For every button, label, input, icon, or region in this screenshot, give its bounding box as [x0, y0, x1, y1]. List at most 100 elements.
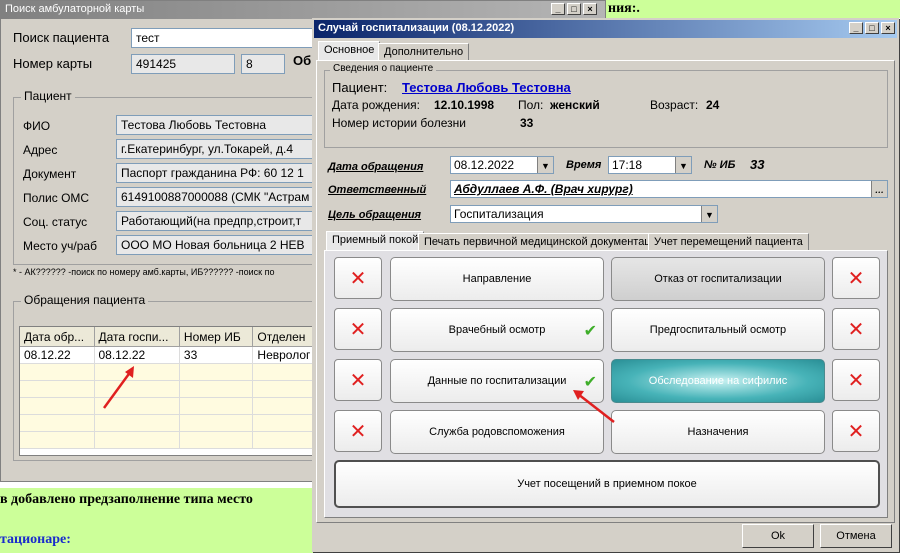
- close-icon[interactable]: ×: [881, 22, 895, 34]
- refusal-button[interactable]: Отказ от госпитализации: [611, 257, 825, 301]
- workplace-field: ООО МО Новая больница 2 НЕВ: [116, 235, 321, 255]
- social-status-label: Соц. статус: [23, 215, 88, 229]
- oms-field: 6149100887000088 (СМК "Астрам: [116, 187, 321, 207]
- time-select[interactable]: 17:18 ▼: [608, 156, 692, 174]
- chevron-down-icon[interactable]: ▼: [537, 157, 553, 173]
- tab-reception[interactable]: Приемный покой: [326, 231, 425, 251]
- delete-prescriptions-button[interactable]: ✕: [832, 410, 880, 452]
- ok-button[interactable]: Ok: [742, 524, 814, 548]
- search-window-title: Поиск амбулаторной карты: [5, 3, 145, 15]
- birth-value: 12.10.1998: [434, 98, 495, 112]
- card-extra-label: Об: [293, 53, 312, 68]
- visits-group-title: Обращения пациента: [21, 293, 149, 307]
- time-value: 17:18: [612, 158, 643, 172]
- address-label: Адрес: [23, 143, 58, 157]
- background-top-text: ния:.: [608, 1, 640, 16]
- card-number-field[interactable]: 491425: [131, 54, 235, 74]
- date-label: Дата обращения: [328, 161, 424, 173]
- close-icon: ✕: [349, 420, 367, 443]
- date-select[interactable]: 08.12.2022 ▼: [450, 156, 554, 174]
- visits-table: Дата обр... Дата госпи... Номер ИБ Отдел…: [19, 326, 319, 456]
- table-cell: 33: [180, 347, 254, 363]
- date-value: 08.12.2022: [454, 158, 515, 172]
- patient-group-title: Пациент: [21, 89, 75, 103]
- tab-additional[interactable]: Дополнительно: [378, 43, 470, 61]
- purpose-value: Госпитализация: [454, 207, 544, 221]
- close-icon: ✕: [847, 267, 865, 290]
- table-cell: 08.12.22: [95, 347, 180, 363]
- column-header[interactable]: Дата обр...: [20, 327, 95, 346]
- background-bottom-text: в добавлено предзаполнение типа место: [0, 492, 253, 507]
- document-field: Паспорт гражданина РФ: 60 12 1: [116, 163, 321, 183]
- close-icon: ✕: [847, 420, 865, 443]
- age-value: 24: [706, 98, 720, 112]
- delete-refusal-button[interactable]: ✕: [832, 257, 880, 299]
- table-row[interactable]: 08.12.22 08.12.22 33 Невролог: [20, 347, 318, 364]
- close-icon[interactable]: ×: [583, 3, 597, 15]
- table-row-empty: [20, 364, 318, 381]
- search-hint: * - АК?????? -поиск по номеру амб.карты,…: [13, 267, 275, 277]
- time-label: Время: [566, 159, 602, 171]
- close-icon: ✕: [847, 369, 865, 392]
- column-header[interactable]: Дата госпи...: [95, 327, 180, 346]
- background-highlight-top: [600, 0, 900, 18]
- fio-field: Тестова Любовь Тестовна: [116, 115, 321, 135]
- prescriptions-button[interactable]: Назначения: [611, 410, 825, 454]
- column-header[interactable]: Отделен: [253, 327, 318, 346]
- document-label: Документ: [23, 167, 77, 181]
- table-row-empty: [20, 432, 318, 449]
- annotation-arrow: [102, 366, 134, 409]
- patient-info-title: Сведения о пациенте: [330, 63, 437, 74]
- ib-value: 33: [750, 157, 765, 172]
- dialog-titlebar[interactable]: Случай госпитализации (08.12.2022) _ □ ×: [314, 20, 897, 38]
- table-header: Дата обр... Дата госпи... Номер ИБ Отдел…: [20, 327, 318, 347]
- chevron-down-icon[interactable]: ▼: [675, 157, 691, 173]
- card-suffix-field[interactable]: 8: [241, 54, 285, 74]
- close-icon: ✕: [349, 267, 367, 290]
- card-label: Номер карты: [13, 56, 93, 71]
- table-row-empty: [20, 381, 318, 398]
- address-field: г.Екатеринбург, ул.Токарей, д.4: [116, 139, 321, 159]
- syphilis-exam-button[interactable]: Обследование на сифилис: [611, 359, 825, 403]
- table-row-empty: [20, 398, 318, 415]
- search-window-titlebar[interactable]: Поиск амбулаторной карты _ □ ×: [1, 1, 605, 19]
- exam-button[interactable]: Врачебный осмотр ✔: [390, 308, 604, 352]
- delete-syphilis-button[interactable]: ✕: [832, 359, 880, 401]
- minimize-icon[interactable]: _: [551, 3, 565, 15]
- reception-visits-button[interactable]: Учет посещений в приемном покое: [334, 460, 880, 508]
- close-icon: ✕: [847, 318, 865, 341]
- workplace-label: Место уч/раб: [23, 239, 97, 253]
- responsible-field[interactable]: Абдуллаев А.Ф. (Врач хирург) …: [450, 180, 888, 198]
- delete-direction-button[interactable]: ✕: [334, 257, 382, 299]
- purpose-select[interactable]: Госпитализация ▼: [450, 205, 718, 223]
- responsible-label: Ответственный: [328, 184, 427, 196]
- delete-exam-button[interactable]: ✕: [334, 308, 382, 350]
- delete-preexam-button[interactable]: ✕: [832, 308, 880, 350]
- tab-main[interactable]: Основное: [318, 41, 381, 61]
- preexam-button[interactable]: Предгоспитальный осмотр: [611, 308, 825, 352]
- ellipsis-icon[interactable]: …: [871, 181, 887, 197]
- responsible-value: Абдуллаев А.Ф. (Врач хирург): [454, 182, 633, 196]
- tab-print-docs[interactable]: Печать первичной медицинской документаци…: [418, 233, 669, 251]
- fio-label: ФИО: [23, 119, 51, 133]
- maximize-icon[interactable]: □: [865, 22, 879, 34]
- maximize-icon[interactable]: □: [567, 3, 581, 15]
- search-input[interactable]: тест: [131, 28, 321, 48]
- history-value: 33: [520, 116, 534, 130]
- cancel-button[interactable]: Отмена: [820, 524, 892, 548]
- column-header[interactable]: Номер ИБ: [180, 327, 254, 346]
- minimize-icon[interactable]: _: [849, 22, 863, 34]
- annotation-arrow: [573, 390, 615, 423]
- sex-label: Пол:: [518, 98, 544, 112]
- tab-patient-movements[interactable]: Учет перемещений пациента: [648, 233, 809, 251]
- hospdata-label: Данные по госпитализации: [427, 375, 567, 387]
- chevron-down-icon[interactable]: ▼: [701, 206, 717, 222]
- delete-hospdata-button[interactable]: ✕: [334, 359, 382, 401]
- close-icon: ✕: [349, 318, 367, 341]
- exam-label: Врачебный осмотр: [448, 324, 546, 336]
- checkmark-icon: ✔: [583, 323, 597, 340]
- patient-name-link[interactable]: Тестова Любовь Тестовна: [402, 80, 571, 95]
- table-cell: 08.12.22: [20, 347, 95, 363]
- delete-obstetric-button[interactable]: ✕: [334, 410, 382, 452]
- direction-button[interactable]: Направление: [390, 257, 604, 301]
